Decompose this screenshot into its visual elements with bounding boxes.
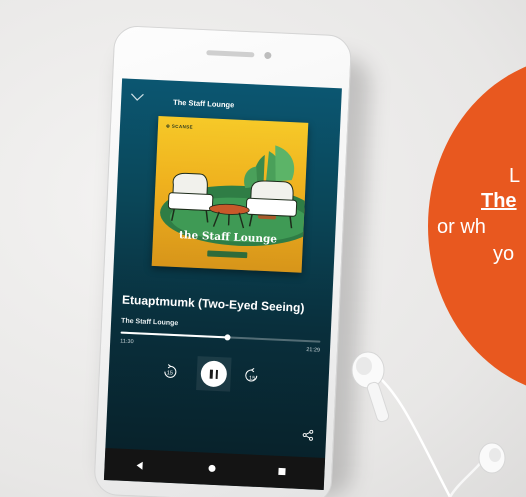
android-nav-bar: [103, 447, 326, 490]
triangle-back-icon[interactable]: [134, 460, 144, 470]
phone-camera: [264, 51, 272, 60]
circle-home-icon[interactable]: [208, 464, 216, 473]
skip-back-15-icon[interactable]: 15: [160, 362, 179, 381]
pause-button[interactable]: [200, 360, 228, 388]
cover-brand-mark: ⊕ SCANSE: [165, 123, 194, 130]
skip-forward-15-icon[interactable]: 15: [242, 366, 261, 385]
pause-icon: [208, 369, 219, 379]
cover-illustration: [160, 145, 309, 247]
background-scene: The Staff Lounge ⊕ SCANSE the Staff Loun…: [0, 0, 526, 497]
share-icon[interactable]: [302, 429, 315, 442]
square-recents-icon[interactable]: [278, 467, 286, 476]
track-title: Etuaptmumk (Two-Eyed Seeing): [121, 292, 305, 315]
progress-fill: [120, 331, 228, 339]
podcast-player-screen: The Staff Lounge ⊕ SCANSE the Staff Loun…: [103, 78, 342, 490]
track-artist[interactable]: The Staff Lounge: [121, 318, 178, 328]
progress-bar[interactable]: [120, 331, 321, 343]
player-header-title: The Staff Lounge: [172, 97, 235, 110]
time-total: 21:29: [306, 347, 321, 354]
play-pause-area: [196, 356, 232, 392]
phone-speaker: [206, 50, 255, 58]
phone: The Staff Lounge ⊕ SCANSE the Staff Loun…: [93, 24, 353, 497]
skip-back-label: 15: [167, 370, 173, 376]
progress-knob[interactable]: [224, 334, 231, 341]
chevron-down-icon[interactable]: [129, 89, 146, 106]
time-elapsed: 11:30: [120, 338, 134, 346]
podcast-cover-art: ⊕ SCANSE the Staff Lounge: [151, 116, 309, 273]
skip-forward-label: 15: [249, 375, 255, 381]
